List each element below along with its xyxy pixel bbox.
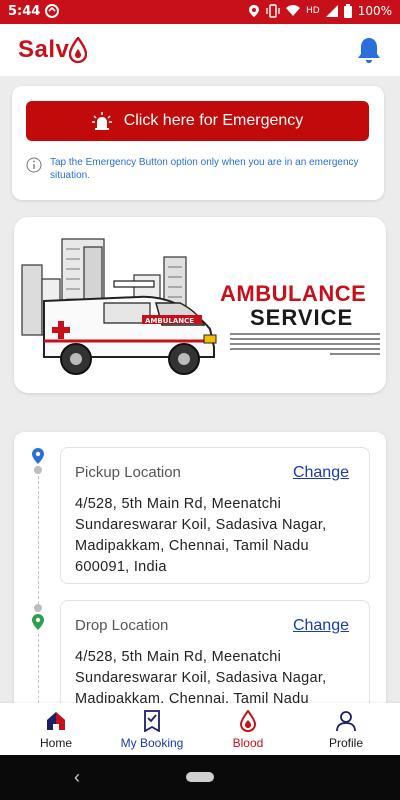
ambulance-service-banner[interactable]: AMBULANCE AMBULANCE SERVICE <box>14 217 386 393</box>
drop-address: 4/528, 5th Main Rd, Meenatchi Sundareswa… <box>75 649 327 707</box>
battery-icon <box>343 4 352 18</box>
home-pill-button[interactable] <box>186 772 214 782</box>
route-dot <box>34 604 42 612</box>
drop-change-link[interactable]: Change <box>293 617 349 635</box>
emergency-note-text: Tap the Emergency Button option only whe… <box>50 157 359 181</box>
bottom-navigation: Home My Booking Blood Profile <box>0 703 400 755</box>
blood-drop-logo-icon <box>69 37 88 63</box>
nav-home-label: Home <box>39 736 72 750</box>
nav-profile[interactable]: Profile <box>320 703 372 755</box>
route-line <box>38 476 39 604</box>
siren-icon <box>91 112 112 130</box>
nav-blood[interactable]: Blood <box>222 703 274 755</box>
banner-title: AMBULANCE <box>220 281 367 306</box>
app-logo: Salv <box>18 36 88 64</box>
info-icon <box>26 157 42 173</box>
location-status-icon <box>248 5 259 17</box>
pickup-location-label: Pickup Location <box>75 464 181 481</box>
back-arrow-icon[interactable]: ‹ <box>74 767 80 788</box>
nav-my-booking[interactable]: My Booking <box>112 703 192 755</box>
system-navigation-bar: ‹ <box>0 755 400 800</box>
emergency-button-label: Click here for Emergency <box>123 112 304 129</box>
nav-profile-label: Profile <box>328 736 363 750</box>
pickup-address: 4/528, 5th Main Rd, Meenatchi Sundareswa… <box>75 496 327 575</box>
ambulance-van-label: AMBULANCE <box>145 317 194 325</box>
pickup-change-link[interactable]: Change <box>293 464 349 482</box>
network-type: HD <box>305 6 320 16</box>
home-icon <box>47 712 65 730</box>
drop-location-label: Drop Location <box>75 617 169 634</box>
logo-text: Salv <box>18 36 70 63</box>
profile-icon <box>336 711 356 732</box>
pickup-location-box: Pickup Location Change 4/528, 5th Main R… <box>60 447 370 584</box>
banner-subtitle: SERVICE <box>250 305 354 330</box>
battery-level: 100% <box>357 4 392 18</box>
app-header: Salv <box>0 24 400 76</box>
emergency-card: Click here for Emergency Tap the Emergen… <box>12 86 384 200</box>
vibrate-icon <box>266 4 280 18</box>
booking-icon <box>144 710 160 732</box>
status-right: HD 100% <box>248 4 392 18</box>
notification-bell-icon[interactable] <box>356 36 382 64</box>
status-bar: 5:44 HD 100% <box>0 0 400 24</box>
sync-status-icon <box>45 4 59 18</box>
blood-drop-icon <box>239 710 257 732</box>
ambulance-illustration: AMBULANCE <box>21 238 217 375</box>
banner-fine-print <box>230 333 380 355</box>
signal-icon <box>325 5 338 17</box>
nav-my-booking-label: My Booking <box>120 736 184 750</box>
locations-card: Pickup Location Change 4/528, 5th Main R… <box>14 432 386 722</box>
drop-pin-icon <box>32 614 44 630</box>
nav-home[interactable]: Home <box>30 703 82 755</box>
wifi-icon <box>285 5 300 16</box>
route-dot <box>34 466 42 474</box>
nav-blood-label: Blood <box>232 736 264 750</box>
pickup-pin-icon <box>32 448 44 464</box>
emergency-button[interactable]: Click here for Emergency <box>26 101 369 141</box>
emergency-note: Tap the Emergency Button option only whe… <box>26 156 371 182</box>
status-time: 5:44 <box>8 4 41 19</box>
